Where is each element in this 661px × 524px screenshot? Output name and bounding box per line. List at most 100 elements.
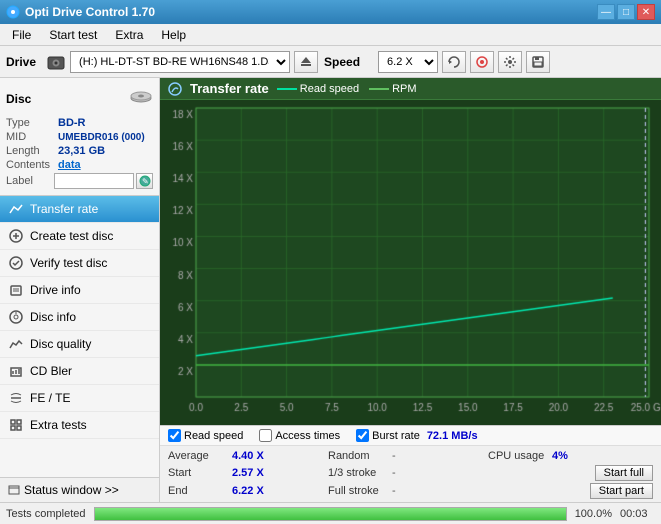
stat-cpu-value: 4%	[552, 450, 592, 462]
title-bar: Opti Drive Control 1.70 — □ ✕	[0, 0, 661, 24]
access-times-checkbox[interactable]	[259, 429, 272, 442]
progress-bar-fill	[95, 508, 566, 520]
stat-random-value: -	[392, 450, 432, 462]
nav-item-cd-bler[interactable]: CD Bler	[0, 358, 159, 385]
chart-legend: Read speed RPM	[277, 83, 417, 95]
read-speed-checkbox[interactable]	[168, 429, 181, 442]
disc-contents-value[interactable]: data	[58, 159, 81, 171]
extra-tests-icon	[8, 417, 24, 433]
svg-text:✎: ✎	[142, 177, 149, 186]
nav-item-disc-quality[interactable]: Disc quality	[0, 331, 159, 358]
burst-rate-checkbox-item[interactable]: Burst rate 72.1 MB/s	[356, 429, 477, 442]
disc-mid-row: MID UMEBDR016 (000)	[6, 131, 153, 143]
nav-item-fe-te[interactable]: FE / TE	[0, 385, 159, 412]
disc-label-input[interactable]	[54, 173, 134, 189]
disc-icon	[129, 84, 153, 113]
stat-fullstroke-row: Full stroke -	[328, 483, 488, 499]
speed-dropdown[interactable]: 6.2 X	[378, 51, 438, 73]
title-bar-left: Opti Drive Control 1.70	[6, 5, 155, 19]
nav-label-transfer-rate: Transfer rate	[30, 202, 98, 216]
stat-end-label: End	[168, 485, 228, 497]
stat-average-label: Average	[168, 450, 228, 462]
speed-section: 6.2 X	[378, 51, 550, 73]
legend-rpm-line	[369, 88, 389, 90]
eject-button[interactable]	[294, 51, 318, 73]
nav-item-create-test-disc[interactable]: Create test disc	[0, 223, 159, 250]
toolbar: Drive (H:) HL-DT-ST BD-RE WH16NS48 1.D3 …	[0, 46, 661, 78]
maximize-button[interactable]: □	[617, 4, 635, 20]
drive-dropdown[interactable]: (H:) HL-DT-ST BD-RE WH16NS48 1.D3	[70, 51, 290, 73]
speed-refresh-button[interactable]	[442, 51, 466, 73]
stat-end-value: 6.22 X	[232, 485, 272, 497]
disc-section-title: Disc	[6, 92, 31, 106]
legend-rpm: RPM	[369, 83, 416, 95]
menu-start-test[interactable]: Start test	[41, 26, 105, 44]
disc-type-row: Type BD-R	[6, 117, 153, 129]
burst-rate-checkbox[interactable]	[356, 429, 369, 442]
transfer-rate-icon	[8, 201, 24, 217]
nav-label-verify-test-disc: Verify test disc	[30, 256, 107, 270]
save-icon	[531, 55, 545, 69]
verify-test-disc-icon	[8, 255, 24, 271]
menu-help[interactable]: Help	[153, 26, 194, 44]
chart-title: Transfer rate	[190, 81, 269, 96]
disc-length-label: Length	[6, 145, 58, 157]
disc-label-btn[interactable]: ✎	[136, 173, 153, 189]
sidebar: Disc Type BD-R MID UMEBDR016 (000) Leng	[0, 78, 160, 502]
timer-text: 00:03	[620, 508, 655, 520]
legend-read-speed-line	[277, 88, 297, 90]
app-title: Opti Drive Control 1.70	[25, 5, 155, 19]
nav-label-drive-info: Drive info	[30, 283, 81, 297]
status-window-button[interactable]: Status window >>	[0, 477, 159, 502]
fe-te-icon	[8, 390, 24, 406]
nav-item-verify-test-disc[interactable]: Verify test disc	[0, 250, 159, 277]
stat-random-label: Random	[328, 450, 388, 462]
save-button[interactable]	[526, 51, 550, 73]
chart-area	[160, 100, 661, 425]
disc-header: Disc	[6, 84, 153, 113]
refresh-icon	[447, 55, 461, 69]
chart-icon	[168, 82, 182, 96]
start-part-button[interactable]: Start part	[590, 483, 653, 499]
nav-item-disc-info[interactable]: Disc info	[0, 304, 159, 331]
create-test-disc-icon	[8, 228, 24, 244]
read-speed-label: Read speed	[184, 430, 243, 442]
close-button[interactable]: ✕	[637, 4, 655, 20]
stat-start-label: Start	[168, 467, 228, 479]
minimize-button[interactable]: —	[597, 4, 615, 20]
menu-file[interactable]: File	[4, 26, 39, 44]
start-full-button[interactable]: Start full	[595, 465, 653, 481]
eject-icon	[299, 55, 313, 69]
burn-button[interactable]	[470, 51, 494, 73]
disc-label-label: Label	[6, 175, 54, 187]
nav-label-disc-info: Disc info	[30, 310, 76, 324]
nav-item-extra-tests[interactable]: Extra tests	[0, 412, 159, 439]
menu-extra[interactable]: Extra	[107, 26, 151, 44]
settings-button[interactable]	[498, 51, 522, 73]
stat-fullstroke-label: Full stroke	[328, 485, 388, 497]
stat-average-row: Average 4.40 X	[168, 449, 328, 463]
cd-bler-icon	[8, 363, 24, 379]
nav-item-drive-info[interactable]: Drive info	[0, 277, 159, 304]
nav-label-fe-te: FE / TE	[30, 391, 70, 405]
legend-read-speed-label: Read speed	[300, 83, 359, 95]
nav-item-transfer-rate[interactable]: Transfer rate	[0, 196, 159, 223]
disc-label-row: Label ✎	[6, 173, 153, 189]
label-edit-icon: ✎	[139, 175, 151, 187]
app-icon	[6, 5, 20, 19]
access-times-checkbox-item[interactable]: Access times	[259, 429, 340, 442]
checkboxes-row: Read speed Access times Burst rate 72.1 …	[160, 426, 661, 446]
disc-mid-label: MID	[6, 131, 58, 143]
stat-fullstroke-value: -	[392, 485, 432, 497]
status-window-icon	[8, 484, 20, 496]
stat-start-value: 2.57 X	[232, 467, 272, 479]
start-part-container: Start part	[488, 483, 653, 499]
drive-icon	[46, 52, 66, 72]
chart-bottom-section: Read speed Access times Burst rate 72.1 …	[160, 425, 661, 502]
title-bar-controls: — □ ✕	[597, 4, 655, 20]
read-speed-checkbox-item[interactable]: Read speed	[168, 429, 243, 442]
disc-type-value: BD-R	[58, 117, 86, 129]
menu-bar: File Start test Extra Help	[0, 24, 661, 46]
burst-rate-value: 72.1 MB/s	[427, 430, 478, 442]
stat-cpu-row: CPU usage 4%	[488, 449, 653, 463]
